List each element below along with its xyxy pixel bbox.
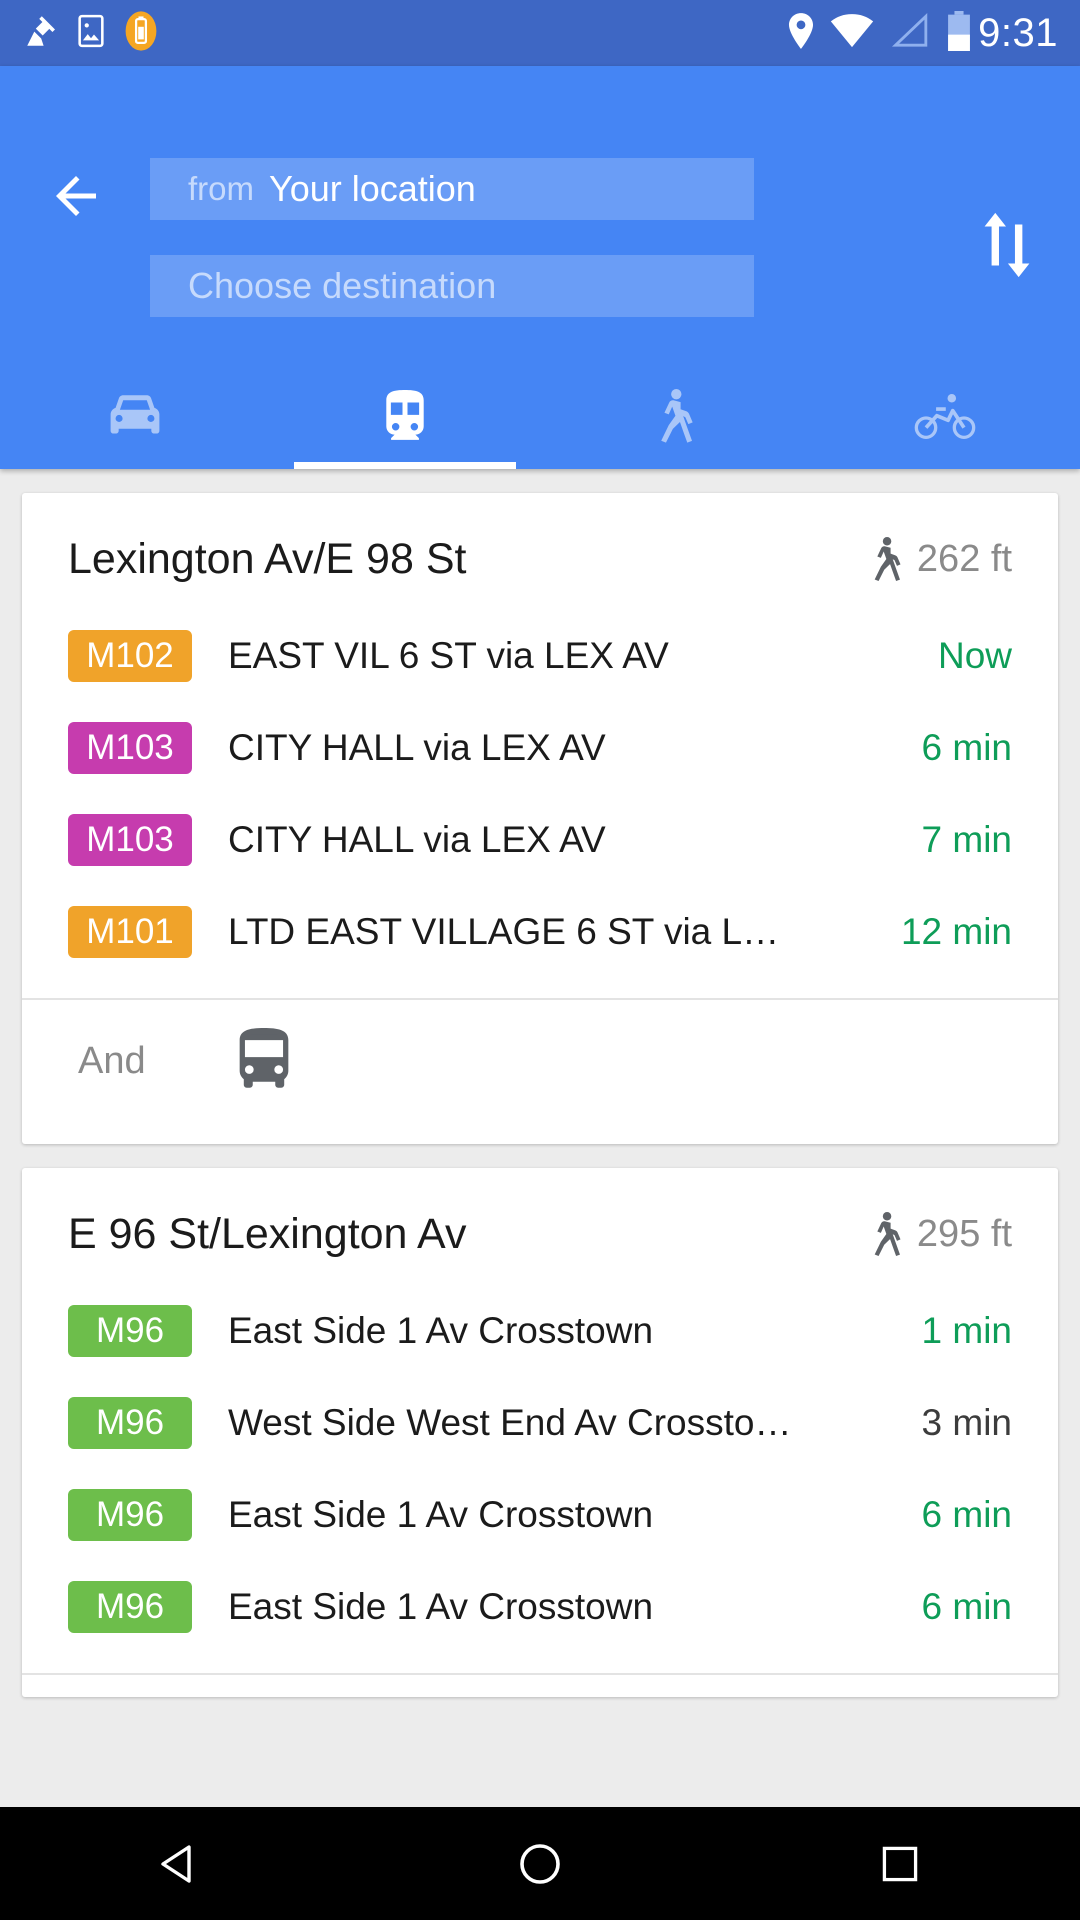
route-badge: M101 (68, 906, 192, 958)
back-button[interactable] (46, 166, 106, 226)
tab-transit[interactable] (270, 364, 540, 469)
card-padding (22, 1675, 1058, 1697)
android-nav-bar (0, 1807, 1080, 1920)
card-padding (22, 1122, 1058, 1144)
battery-saver-icon (124, 10, 158, 57)
route-row[interactable]: M96 West Side West End Av Crossto… 3 min (22, 1377, 1058, 1469)
origin-value: Your location (269, 168, 476, 209)
nav-back-button[interactable] (120, 1807, 240, 1920)
walk-distance-group: 262 ft (869, 536, 1012, 583)
stop-header: Lexington Av/E 98 St 262 ft (22, 493, 1058, 610)
route-row[interactable]: M103 CITY HALL via LEX AV 6 min (22, 702, 1058, 794)
route-row[interactable]: M102 EAST VIL 6 ST via LEX AV Now (22, 610, 1058, 702)
route-badge: M96 (68, 1397, 192, 1449)
walk-distance-group: 295 ft (869, 1211, 1012, 1258)
route-eta: 3 min (921, 1402, 1012, 1443)
walking-person-icon (874, 536, 901, 581)
travel-mode-tabs (0, 364, 1080, 469)
route-eta: 1 min (921, 1310, 1012, 1351)
route-headsign: East Side 1 Av Crosstown (228, 1310, 654, 1351)
app-screen: 9:31 from Your location Choose destinati… (0, 0, 1080, 1920)
location-pin-icon (788, 12, 814, 54)
cell-signal-icon (890, 12, 930, 54)
tab-walking[interactable] (540, 364, 810, 469)
stop-card[interactable]: Lexington Av/E 98 St 262 ft M102 EAST VI… (22, 493, 1058, 1144)
route-row[interactable]: M96 East Side 1 Av Crosstown 6 min (22, 1469, 1058, 1561)
route-eta: 6 min (921, 1494, 1012, 1535)
stop-name: Lexington Av/E 98 St (68, 535, 467, 583)
directions-header: from Your location Choose destination (0, 66, 1080, 469)
and-more-row[interactable]: And (22, 1000, 1058, 1122)
route-eta: 6 min (921, 1586, 1012, 1627)
status-bar-left-icons (22, 10, 158, 57)
route-headsign: LTD EAST VILLAGE 6 ST via L… (228, 911, 780, 952)
status-bar-right-icons (788, 10, 972, 56)
route-badge: M103 (68, 722, 192, 774)
route-badge: M103 (68, 814, 192, 866)
route-headsign: CITY HALL via LEX AV (228, 819, 606, 860)
route-badge: M96 (68, 1489, 192, 1541)
square-recents-icon (882, 1846, 918, 1881)
route-badge: M96 (68, 1305, 192, 1357)
nav-home-button[interactable] (480, 1807, 600, 1920)
destination-input[interactable]: Choose destination (150, 255, 754, 317)
status-bar: 9:31 (0, 0, 1080, 66)
route-eta: 7 min (921, 819, 1012, 860)
route-headsign: East Side 1 Av Crosstown (228, 1494, 654, 1535)
route-eta: Now (937, 635, 1012, 676)
swap-arrows-icon (984, 212, 1030, 278)
bus-icon (234, 1027, 294, 1095)
cleaner-icon (22, 12, 58, 55)
stop-name: E 96 St/Lexington Av (68, 1210, 467, 1258)
route-headsign: EAST VIL 6 ST via LEX AV (228, 635, 669, 676)
bicycle-icon (914, 393, 976, 439)
walking-person-icon (661, 388, 693, 443)
wifi-icon (830, 13, 874, 54)
route-badge: M102 (68, 630, 192, 682)
departures-list[interactable]: Lexington Av/E 98 St 262 ft M102 EAST VI… (0, 469, 1080, 1807)
route-eta: 12 min (900, 911, 1012, 952)
circle-home-icon (520, 1843, 560, 1884)
stop-header: E 96 St/Lexington Av 295 ft (22, 1168, 1058, 1285)
screenshot-image-icon (74, 12, 108, 55)
swap-endpoints-button[interactable] (974, 208, 1038, 282)
route-row[interactable]: M96 East Side 1 Av Crosstown 6 min (22, 1561, 1058, 1653)
car-icon (110, 394, 160, 434)
tab-driving[interactable] (0, 364, 270, 469)
nav-recents-button[interactable] (840, 1807, 960, 1920)
status-bar-clock: 9:31 (978, 10, 1058, 55)
route-badge: M96 (68, 1581, 192, 1633)
walking-person-icon (874, 1211, 901, 1256)
walk-distance: 262 ft (916, 538, 1012, 580)
back-arrow-icon (56, 176, 96, 216)
tab-indicator (294, 462, 516, 469)
route-headsign: CITY HALL via LEX AV (228, 727, 606, 768)
route-eta: 6 min (921, 727, 1012, 768)
origin-input[interactable]: from Your location (150, 158, 754, 220)
stop-card[interactable]: E 96 St/Lexington Av 295 ft M96 East Sid… (22, 1168, 1058, 1697)
transit-train-icon (386, 389, 424, 440)
walk-distance: 295 ft (916, 1213, 1012, 1255)
and-label: And (78, 1039, 146, 1082)
destination-placeholder: Choose destination (188, 265, 497, 306)
triangle-back-icon (161, 1844, 191, 1883)
route-row[interactable]: M103 CITY HALL via LEX AV 7 min (22, 794, 1058, 886)
battery-icon (946, 10, 972, 56)
origin-prefix-label: from (188, 170, 254, 207)
endpoint-fields: from Your location Choose destination (150, 158, 754, 317)
tab-cycling[interactable] (810, 364, 1080, 469)
route-headsign: West Side West End Av Crossto… (228, 1402, 792, 1443)
route-headsign: East Side 1 Av Crosstown (228, 1586, 654, 1627)
route-row[interactable]: M96 East Side 1 Av Crosstown 1 min (22, 1285, 1058, 1377)
route-row[interactable]: M101 LTD EAST VILLAGE 6 ST via L… 12 min (22, 886, 1058, 978)
